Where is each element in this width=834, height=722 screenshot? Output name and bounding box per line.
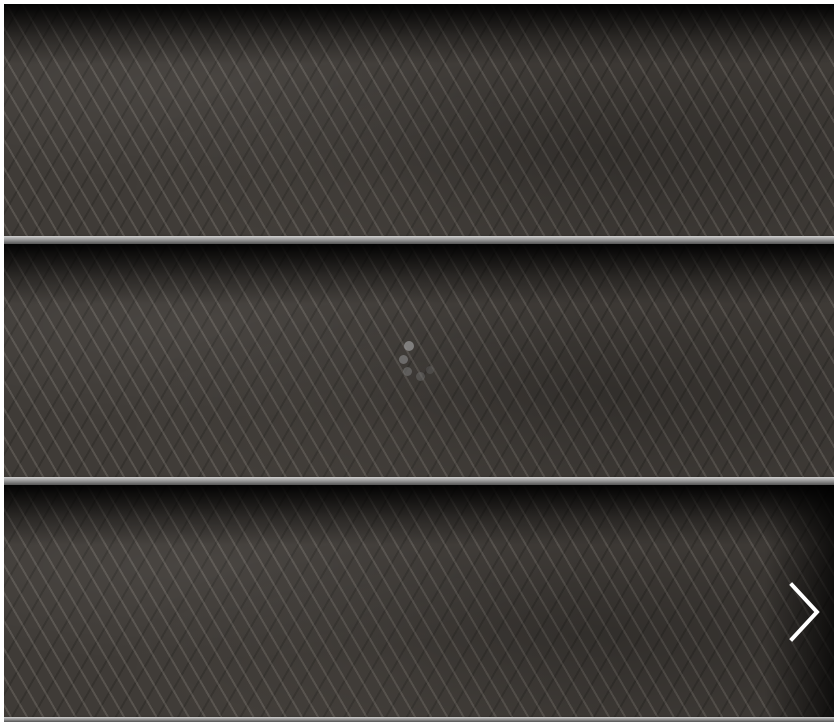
chevron-right-icon xyxy=(789,582,820,642)
shelf-bottom xyxy=(4,485,834,717)
shelf-rail-top xyxy=(4,236,834,244)
shelf-rail-middle xyxy=(4,477,834,485)
spinner-dot xyxy=(403,367,412,376)
shelf-rail-bottom xyxy=(4,717,834,722)
spinner-dot xyxy=(404,341,414,351)
spinner-dot xyxy=(416,372,425,381)
shelf-top xyxy=(4,4,834,236)
bookshelf-view xyxy=(4,4,834,722)
shelf-middle xyxy=(4,244,834,477)
spinner-dot xyxy=(399,355,408,364)
next-page-button[interactable] xyxy=(786,581,822,643)
loading-spinner-icon xyxy=(389,339,435,385)
spinner-dot xyxy=(426,366,434,374)
